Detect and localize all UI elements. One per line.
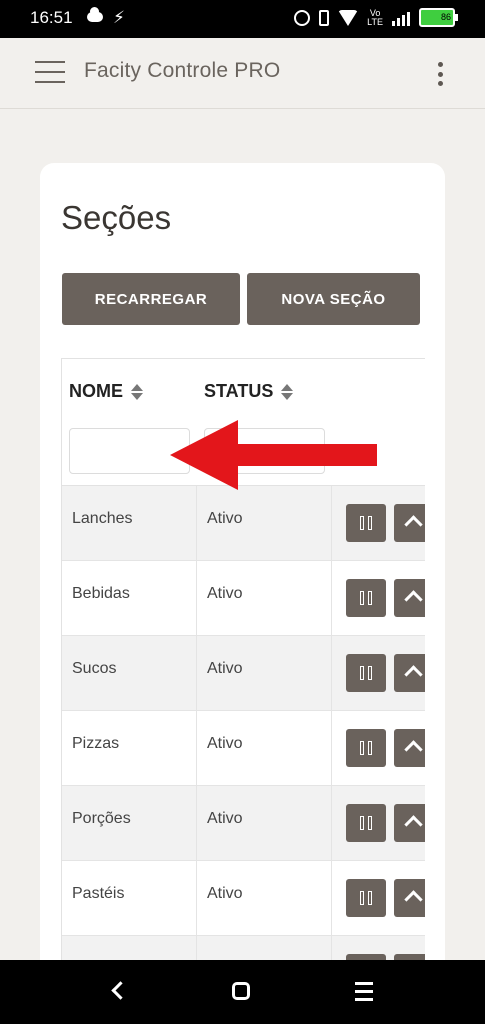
cell-status: Ativo	[197, 636, 332, 710]
pause-icon	[360, 891, 372, 905]
table-row[interactable]: Bebidas Ativo	[62, 561, 425, 636]
battery-icon: 86	[419, 8, 458, 27]
signal-icon	[392, 10, 410, 26]
bolt-icon: ⚡	[113, 8, 125, 28]
column-header-status[interactable]: STATUS	[204, 381, 294, 402]
status-icons: Vo LTE 86	[294, 7, 458, 27]
alarm-icon	[294, 9, 311, 26]
cell-status: Ativo	[197, 861, 332, 935]
cell-actions	[332, 711, 425, 785]
cell-actions	[332, 561, 425, 635]
pause-icon	[360, 516, 372, 530]
pause-icon	[360, 816, 372, 830]
cell-status: Ativo	[197, 486, 332, 560]
cell-status: Ativo	[197, 561, 332, 635]
pause-button[interactable]	[346, 504, 386, 542]
cell-status: Ativo	[197, 786, 332, 860]
chevron-up-icon	[404, 665, 423, 684]
pause-button[interactable]	[346, 879, 386, 917]
column-header-name[interactable]: NOME	[69, 381, 143, 402]
table-row[interactable]: Sucos Ativo	[62, 636, 425, 711]
move-up-button[interactable]	[394, 729, 425, 767]
recents-icon[interactable]	[355, 982, 373, 1002]
pause-icon	[360, 741, 372, 755]
move-up-button[interactable]	[394, 879, 425, 917]
move-up-button[interactable]	[394, 579, 425, 617]
pause-button[interactable]	[346, 579, 386, 617]
chevron-up-icon	[404, 740, 423, 759]
cell-name: Bebidas	[62, 561, 197, 635]
cloud-icon	[87, 7, 103, 22]
chevron-up-icon	[404, 815, 423, 834]
new-section-button[interactable]: NOVA SEÇÃO	[247, 273, 420, 325]
reload-button[interactable]: RECARREGAR	[62, 273, 240, 325]
app-title: Facity Controle PRO	[84, 59, 281, 82]
cell-status: Ativo	[197, 711, 332, 785]
app-bar: Facity Controle PRO	[0, 38, 485, 109]
cell-actions	[332, 786, 425, 860]
pause-icon	[360, 591, 372, 605]
cell-name: Pizzas	[62, 711, 197, 785]
wifi-icon	[338, 9, 359, 26]
cell-actions	[332, 486, 425, 560]
pause-icon	[360, 666, 372, 680]
page-title: Seções	[61, 199, 172, 236]
back-icon[interactable]	[111, 981, 130, 1000]
cell-name: Porções	[62, 786, 197, 860]
sections-card: Seções RECARREGAR NOVA SEÇÃO NOME STATUS…	[40, 163, 445, 993]
red-arrow-annotation	[170, 420, 377, 490]
table-row[interactable]: Lanches Ativo	[62, 486, 425, 561]
cell-name: Lanches	[62, 486, 197, 560]
move-up-button[interactable]	[394, 804, 425, 842]
pause-button[interactable]	[346, 729, 386, 767]
sort-icon	[131, 383, 143, 400]
system-navigation-bar	[0, 960, 485, 1024]
table-row[interactable]: Pastéis Ativo	[62, 861, 425, 936]
cell-actions	[332, 861, 425, 935]
cell-actions	[332, 636, 425, 710]
table-row[interactable]: Porções Ativo	[62, 786, 425, 861]
move-up-button[interactable]	[394, 504, 425, 542]
status-time: 16:51	[30, 8, 73, 27]
hamburger-icon[interactable]	[35, 61, 65, 85]
column-header-label: STATUS	[204, 381, 274, 401]
volte-icon: Vo LTE	[367, 7, 383, 27]
status-bar: 16:51 ⚡ Vo LTE 86	[0, 0, 485, 38]
vibrate-icon	[319, 9, 330, 26]
chevron-up-icon	[404, 590, 423, 609]
kebab-menu-icon[interactable]	[431, 62, 449, 86]
home-icon[interactable]	[232, 982, 250, 1000]
table-row[interactable]: Pizzas Ativo	[62, 711, 425, 786]
column-header-label: NOME	[69, 381, 123, 401]
cell-name: Pastéis	[62, 861, 197, 935]
pause-button[interactable]	[346, 804, 386, 842]
chevron-up-icon	[404, 515, 423, 534]
pause-button[interactable]	[346, 654, 386, 692]
cell-name: Sucos	[62, 636, 197, 710]
sort-icon	[281, 383, 294, 400]
chevron-up-icon	[404, 890, 423, 909]
move-up-button[interactable]	[394, 654, 425, 692]
